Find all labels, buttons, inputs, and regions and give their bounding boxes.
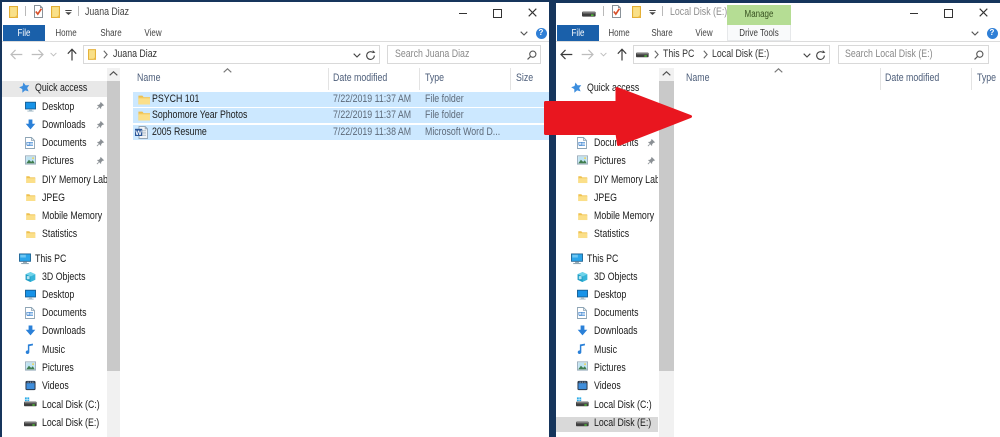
- svg-text:W: W: [135, 129, 142, 136]
